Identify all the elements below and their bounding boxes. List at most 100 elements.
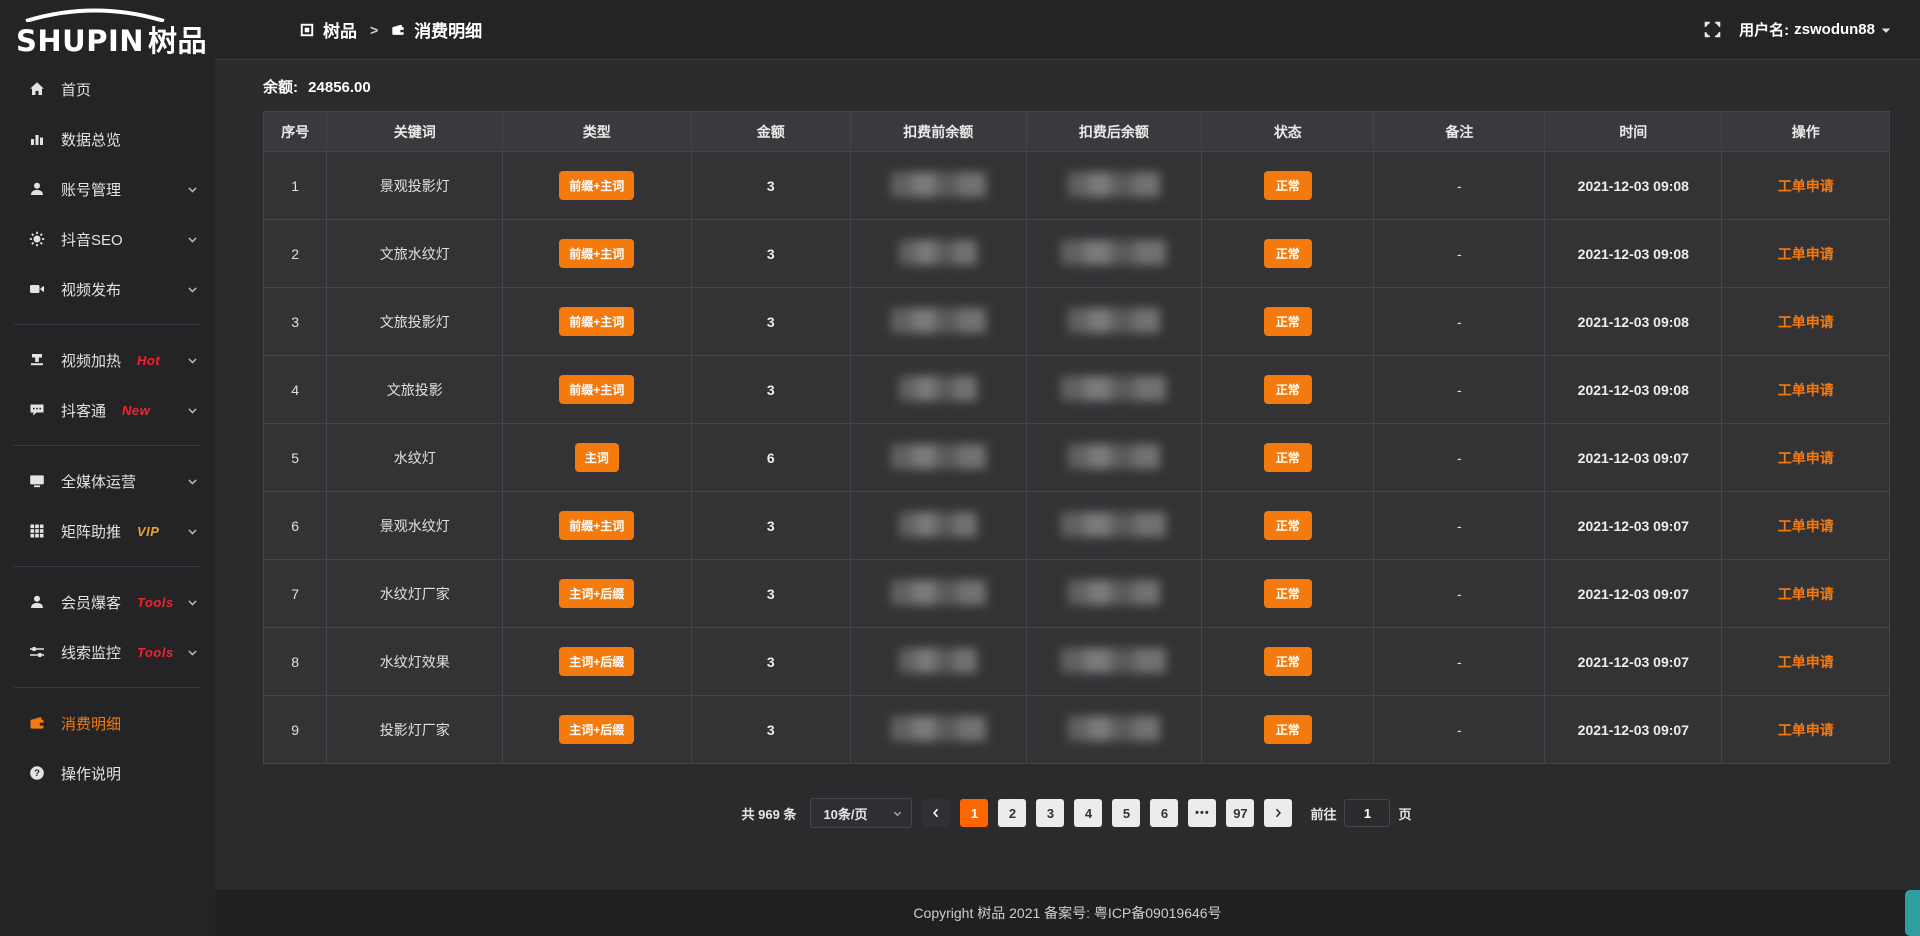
column-header: 关键词 [327, 112, 503, 152]
logo: SHUPIN树品 [0, 0, 215, 62]
work-order-link[interactable]: 工单申请 [1778, 654, 1834, 670]
work-order-link[interactable]: 工单申请 [1778, 722, 1834, 738]
pagination-ellipsis[interactable]: ••• [1188, 799, 1216, 827]
blurred-balance-after [1061, 512, 1166, 537]
member-icon [28, 593, 46, 611]
sidebar-item-label: 视频加热 [61, 350, 121, 371]
sidebar-item-线索监控[interactable]: 线索监控 Tools [0, 627, 215, 677]
status-badge: 正常 [1264, 375, 1312, 404]
fullscreen-icon[interactable] [1704, 21, 1721, 38]
app-icon [300, 23, 314, 37]
chevron-down-icon [186, 354, 199, 367]
app-window: SHUPIN树品 首页 数据总览 账号管理 抖音SEO 视频发布 [0, 0, 1920, 936]
type-badge: 前缀+主词 [559, 171, 634, 200]
page-button-1[interactable]: 1 [960, 799, 988, 827]
page-size-select[interactable]: 10条/页 [810, 798, 912, 828]
sidebar-item-矩阵助推[interactable]: 矩阵助推 VIP [0, 506, 215, 556]
sidebar-item-消费明细[interactable]: 消费明细 [0, 698, 215, 748]
work-order-link[interactable]: 工单申请 [1778, 314, 1834, 330]
sidebar-item-全媒体运营[interactable]: 全媒体运营 [0, 456, 215, 506]
table-row: 6 景观水纹灯 前缀+主词 3 正常 - 2021-12-03 09:07 工单… [264, 492, 1890, 560]
column-header: 备注 [1374, 112, 1545, 152]
sidebar-item-数据总览[interactable]: 数据总览 [0, 114, 215, 164]
cell-keyword: 文旅水纹灯 [327, 220, 503, 288]
sidebar-item-会员爆客[interactable]: 会员爆客 Tools [0, 577, 215, 627]
type-badge: 前缀+主词 [559, 511, 634, 540]
work-order-link[interactable]: 工单申请 [1778, 178, 1834, 194]
wallet-icon [391, 23, 405, 37]
goto-suffix: 页 [1398, 804, 1411, 823]
cell-amount: 3 [691, 560, 850, 628]
sidebar-item-tag: Tools [137, 645, 174, 660]
page-button-2[interactable]: 2 [998, 799, 1026, 827]
sidebar-item-tag: Hot [137, 353, 160, 368]
chevron-down-icon [892, 808, 903, 819]
page-button-4[interactable]: 4 [1074, 799, 1102, 827]
breadcrumb-item-home[interactable]: 树品 [323, 17, 357, 42]
goto-page-input[interactable] [1344, 799, 1390, 827]
chevron-down-icon [186, 404, 199, 417]
page-button-97[interactable]: 97 [1226, 799, 1254, 827]
next-page-button[interactable] [1264, 799, 1292, 827]
blurred-balance-after [1061, 648, 1166, 673]
blurred-balance-after [1068, 580, 1160, 605]
cell-keyword: 水纹灯厂家 [327, 560, 503, 628]
cell-remark: - [1374, 220, 1545, 288]
page-buttons: 123456 ••• 97 [960, 799, 1254, 827]
sidebar-item-视频发布[interactable]: 视频发布 [0, 264, 215, 314]
cell-index: 5 [264, 424, 327, 492]
pagination: 共 969 条 10条/页 123456•••97 前往 页 [263, 798, 1890, 828]
sidebar-item-操作说明[interactable]: ? 操作说明 [0, 748, 215, 798]
floating-widget-sliver[interactable] [1905, 890, 1920, 936]
work-order-link[interactable]: 工单申请 [1778, 450, 1834, 466]
column-header: 状态 [1202, 112, 1374, 152]
sidebar-item-抖音SEO[interactable]: 抖音SEO [0, 214, 215, 264]
type-badge: 主词+后缀 [559, 715, 634, 744]
sidebar-item-label: 抖客通 [61, 400, 106, 421]
sidebar-item-抖客通[interactable]: 抖客通 New [0, 385, 215, 435]
cell-keyword: 文旅投影 [327, 356, 503, 424]
cell-amount: 6 [691, 424, 850, 492]
sidebar-item-label: 全媒体运营 [61, 471, 136, 492]
prev-page-button[interactable] [922, 799, 950, 827]
user-menu[interactable]: 用户名: zswodun88 [1739, 19, 1892, 40]
blurred-balance-after [1068, 716, 1160, 741]
svg-text:?: ? [34, 768, 40, 779]
cell-keyword: 水纹灯 [327, 424, 503, 492]
consumption-table: 序号关键词类型金额扣费前余额扣费后余额状态备注时间操作 1 景观投影灯 前缀+主… [263, 111, 1890, 764]
table-row: 8 水纹灯效果 主词+后缀 3 正常 - 2021-12-03 09:07 工单… [264, 628, 1890, 696]
cell-amount: 3 [691, 492, 850, 560]
sidebar-item-label: 抖音SEO [61, 229, 123, 250]
sliders-icon [28, 643, 46, 661]
sidebar-item-tag: VIP [137, 524, 159, 539]
sidebar-item-视频加热[interactable]: 视频加热 Hot [0, 335, 215, 385]
breadcrumb-item-current[interactable]: 消费明细 [414, 17, 482, 42]
blurred-balance-after [1068, 444, 1160, 469]
type-badge: 主词+后缀 [559, 647, 634, 676]
work-order-link[interactable]: 工单申请 [1778, 246, 1834, 262]
page-button-5[interactable]: 5 [1112, 799, 1140, 827]
balance-label: 余额: [263, 79, 298, 96]
cell-remark: - [1374, 560, 1545, 628]
status-badge: 正常 [1264, 579, 1312, 608]
sidebar-item-账号管理[interactable]: 账号管理 [0, 164, 215, 214]
blurred-balance-before [891, 308, 986, 333]
sidebar-item-首页[interactable]: 首页 [0, 64, 215, 114]
page-button-6[interactable]: 6 [1150, 799, 1178, 827]
chat-icon [28, 401, 46, 419]
question-icon: ? [28, 764, 46, 782]
user-icon [28, 180, 46, 198]
cell-remark: - [1374, 152, 1545, 220]
sidebar-divider [14, 687, 201, 688]
page-button-3[interactable]: 3 [1036, 799, 1064, 827]
status-badge: 正常 [1264, 171, 1312, 200]
work-order-link[interactable]: 工单申请 [1778, 586, 1834, 602]
work-order-link[interactable]: 工单申请 [1778, 382, 1834, 398]
cell-time: 2021-12-03 09:08 [1545, 288, 1722, 356]
cell-amount: 3 [691, 696, 850, 764]
cell-index: 9 [264, 696, 327, 764]
blurred-balance-before [891, 716, 986, 741]
blurred-balance-before [899, 376, 977, 401]
cell-keyword: 水纹灯效果 [327, 628, 503, 696]
work-order-link[interactable]: 工单申请 [1778, 518, 1834, 534]
